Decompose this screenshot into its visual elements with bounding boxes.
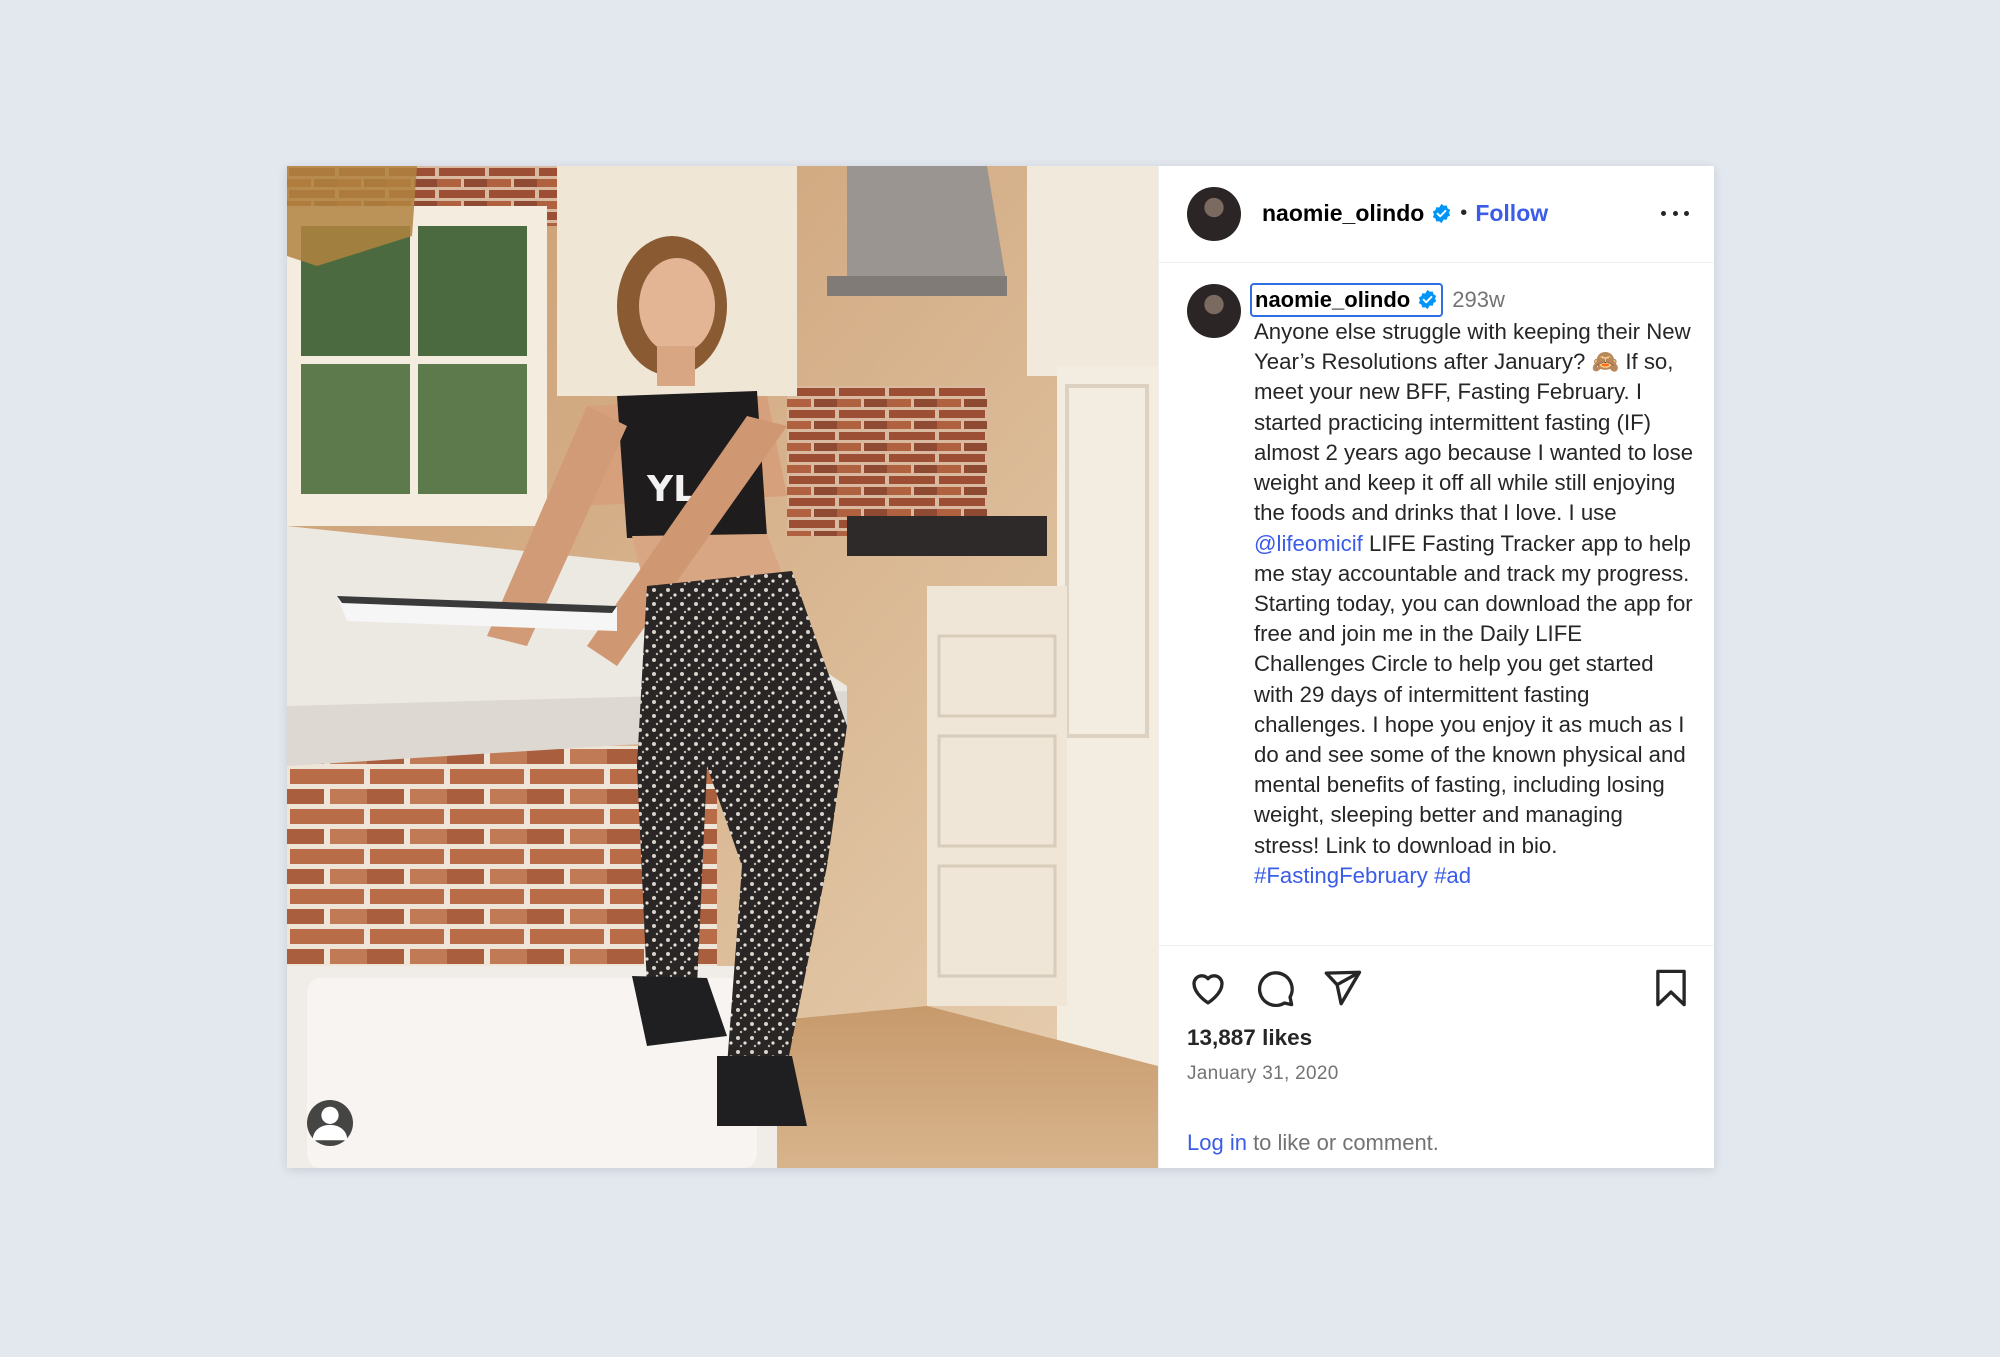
caption-block: naomie_olindo 293w Anyone else struggle … <box>1250 282 1694 946</box>
bookmark-icon[interactable] <box>1650 967 1692 1009</box>
share-icon[interactable] <box>1321 967 1363 1009</box>
caption-header: naomie_olindo 293w <box>1250 282 1694 318</box>
post-header: naomie_olindo • Follow <box>1159 166 1714 263</box>
post-photo[interactable]: YL <box>287 166 1158 1168</box>
separator-dot: • <box>1460 202 1468 225</box>
hashtag-link[interactable]: #ad <box>1434 863 1471 888</box>
comment-icon[interactable] <box>1254 967 1296 1009</box>
login-prompt-text: to like or comment. <box>1246 1130 1439 1156</box>
author-username[interactable]: naomie_olindo <box>1262 200 1424 227</box>
login-prompt: Log in to like or comment. <box>1187 1130 1692 1156</box>
actions-area: 13,887 likes January 31, 2020 Log in to … <box>1159 945 1714 1168</box>
caption-text-part2: LIFE Fasting Tracker app to help me stay… <box>1254 530 1693 858</box>
caption-area: naomie_olindo 293w Anyone else struggle … <box>1159 263 1714 946</box>
caption-author-avatar[interactable] <box>1187 283 1241 338</box>
verified-badge-icon <box>1431 203 1452 224</box>
tagged-users-button[interactable] <box>307 1100 353 1146</box>
author-avatar[interactable] <box>1187 186 1241 241</box>
post-side-panel: naomie_olindo • Follow naomie_olindo 293… <box>1158 166 1714 1168</box>
likes-count[interactable]: 13,887 likes <box>1187 1025 1692 1051</box>
instagram-post: YL naomie_olindo • Follow naomie_olindo … <box>287 166 1714 1168</box>
post-date: January 31, 2020 <box>1187 1063 1339 1085</box>
follow-button[interactable]: Follow <box>1475 200 1548 227</box>
verified-badge-icon <box>1417 289 1438 310</box>
login-link[interactable]: Log in <box>1187 1130 1247 1155</box>
hashtag-link[interactable]: #FastingFebruary <box>1254 863 1428 888</box>
action-bar <box>1187 966 1692 1010</box>
caption-username-link[interactable]: naomie_olindo <box>1250 282 1444 318</box>
kitchen-photo: YL <box>287 166 1158 1168</box>
user-tag-icon <box>312 1106 348 1141</box>
more-horizontal-icon[interactable] <box>1658 199 1692 229</box>
caption-username: naomie_olindo <box>1255 286 1411 312</box>
heart-icon[interactable] <box>1187 967 1229 1009</box>
caption-text-part1: Anyone else struggle with keeping their … <box>1254 319 1694 526</box>
mention-link[interactable]: @lifeomicif <box>1254 531 1363 556</box>
post-age[interactable]: 293w <box>1452 285 1505 315</box>
caption-text: Anyone else struggle with keeping their … <box>1254 317 1694 945</box>
